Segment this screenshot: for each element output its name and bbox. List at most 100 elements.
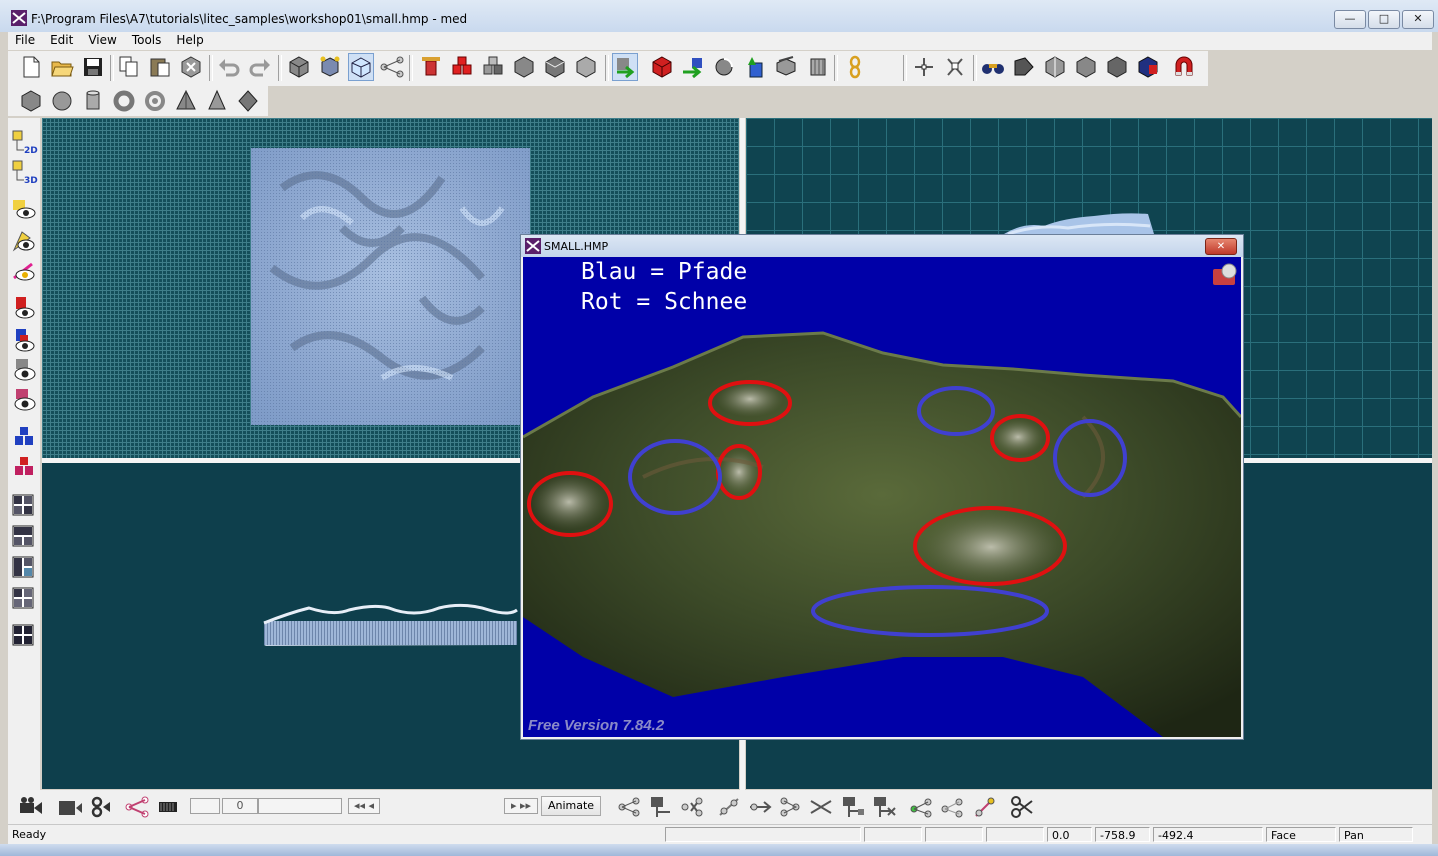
fast-forward-button[interactable]: ▸ ▸▸	[504, 798, 538, 814]
frame-start-field[interactable]	[190, 798, 220, 814]
node-path-icon[interactable]	[648, 793, 676, 821]
layout-single-icon[interactable]	[10, 585, 38, 613]
delete-object-icon[interactable]	[178, 53, 204, 81]
primitive-diamond-icon[interactable]	[235, 87, 261, 115]
move-green-icon[interactable]	[680, 53, 706, 81]
caption-red-snow: Rot = Schnee	[581, 289, 748, 315]
menu-file[interactable]: File	[8, 32, 43, 47]
redo-icon[interactable]	[247, 53, 273, 81]
cube-split-icon[interactable]	[1042, 53, 1068, 81]
chain-links-icon[interactable]	[86, 793, 114, 821]
menu-view[interactable]: View	[81, 32, 124, 47]
undo-icon[interactable]	[216, 53, 242, 81]
layout-top-icon[interactable]	[10, 523, 38, 551]
minimize-button[interactable]: —	[1334, 10, 1366, 29]
edge-weld-icon[interactable]	[776, 793, 804, 821]
connect-nodes-icon[interactable]	[379, 53, 405, 81]
red-cubes-icon[interactable]	[449, 53, 475, 81]
edge-split-icon[interactable]	[716, 793, 744, 821]
blue-entity-eye-icon[interactable]	[10, 326, 38, 354]
magnet-icon[interactable]	[1171, 53, 1197, 81]
vertex-green-icon[interactable]	[908, 793, 936, 821]
paint-vertex-icon[interactable]	[971, 793, 999, 821]
new-file-icon[interactable]	[18, 53, 44, 81]
layout-side-icon[interactable]	[10, 554, 38, 582]
view-3d-icon[interactable]: 3D	[10, 158, 38, 186]
cube-solid-icon[interactable]	[1073, 53, 1099, 81]
hmp-close-button[interactable]: ✕	[1205, 238, 1237, 255]
cube-object-icon[interactable]	[286, 53, 312, 81]
gray-cubes-icon[interactable]	[480, 53, 506, 81]
animate-button[interactable]: Animate	[541, 796, 601, 816]
primitive-cylinder-icon[interactable]	[80, 87, 106, 115]
primitive-cone-icon[interactable]	[204, 87, 230, 115]
stack-icon[interactable]	[773, 53, 799, 81]
node-add-icon[interactable]	[616, 793, 644, 821]
open-folder-icon[interactable]	[49, 53, 75, 81]
red-entity-eye-icon[interactable]	[10, 294, 38, 322]
binoculars-icon[interactable]	[980, 53, 1006, 81]
block-outline-icon[interactable]	[573, 53, 599, 81]
primitive-sphere-icon[interactable]	[49, 87, 75, 115]
hmp-preview-window[interactable]: SMALL.HMP ✕ Blau = Pfade Rot = Schnee Fr…	[520, 234, 1244, 740]
menu-help[interactable]: Help	[169, 32, 211, 47]
primitive-pyramid-icon[interactable]	[173, 87, 199, 115]
vertex-gray-icon[interactable]	[939, 793, 967, 821]
select-cube-icon[interactable]	[348, 53, 374, 81]
block-icon[interactable]	[511, 53, 537, 81]
close-button[interactable]: ✕	[1402, 10, 1434, 29]
add-entity-icon[interactable]	[418, 53, 444, 81]
red-cube-icon[interactable]	[649, 53, 675, 81]
rewind-button[interactable]: ◂◂ ◂	[348, 798, 380, 814]
blue-group-icon[interactable]	[10, 424, 38, 452]
save-icon[interactable]	[80, 53, 106, 81]
red-group-icon[interactable]	[10, 454, 38, 482]
light-view-icon[interactable]	[10, 258, 38, 286]
node-delete-icon[interactable]	[679, 793, 707, 821]
animation-play-icon[interactable]	[16, 793, 44, 821]
chain-icon[interactable]	[842, 53, 868, 81]
layout-grid-icon[interactable]	[10, 622, 38, 650]
paste-icon[interactable]	[147, 53, 173, 81]
frame-number-field[interactable]: 0	[222, 798, 258, 814]
film-icon[interactable]	[155, 793, 183, 821]
camera-eye-icon[interactable]	[10, 228, 38, 256]
copy-icon[interactable]	[116, 53, 142, 81]
terrain-render-image	[523, 263, 1241, 737]
scale-up-icon[interactable]	[742, 53, 768, 81]
maximize-button[interactable]: □	[1368, 10, 1400, 29]
rotate-icon[interactable]	[711, 53, 737, 81]
menu-edit[interactable]: Edit	[43, 32, 81, 47]
frame-slider[interactable]	[258, 798, 342, 814]
frame-forward-icon[interactable]	[56, 793, 84, 821]
block-alt-icon[interactable]	[542, 53, 568, 81]
wedge-icon[interactable]	[1011, 53, 1037, 81]
menu-tools[interactable]: Tools	[125, 32, 170, 47]
tree-delete-icon[interactable]	[871, 793, 899, 821]
scale-vertex-icon[interactable]	[942, 53, 968, 81]
view-2d-icon[interactable]: 2D	[10, 128, 38, 156]
hmp-app-icon	[525, 238, 541, 254]
cube-dark-icon[interactable]	[1104, 53, 1130, 81]
slices-icon[interactable]	[804, 53, 830, 81]
pink-eye-icon[interactable]	[10, 386, 38, 414]
hmp-title-bar[interactable]: SMALL.HMP ✕	[521, 235, 1243, 257]
terrain-render[interactable]: Blau = Pfade Rot = Schnee Free Version 7…	[523, 257, 1241, 737]
primitive-torus-icon[interactable]	[111, 87, 137, 115]
main-toolbar	[8, 51, 1208, 86]
primitive-ring-icon[interactable]	[142, 87, 168, 115]
bone-link-icon[interactable]	[124, 793, 152, 821]
edge-move-icon[interactable]	[746, 793, 774, 821]
primitive-cube-icon[interactable]	[18, 87, 44, 115]
cube-texture-icon[interactable]	[1135, 53, 1161, 81]
eye-view-icon[interactable]	[10, 196, 38, 224]
edge-flip-icon[interactable]	[807, 793, 835, 821]
svg-text:2D: 2D	[24, 146, 38, 156]
move-tool-icon[interactable]	[612, 53, 638, 81]
scissors-icon[interactable]	[1008, 793, 1036, 821]
gray-eye-icon[interactable]	[10, 356, 38, 384]
add-vertex-icon[interactable]	[911, 53, 937, 81]
tree-icon[interactable]	[840, 793, 868, 821]
layout-quad-icon[interactable]	[10, 492, 38, 520]
group-cube-icon[interactable]	[317, 53, 343, 81]
